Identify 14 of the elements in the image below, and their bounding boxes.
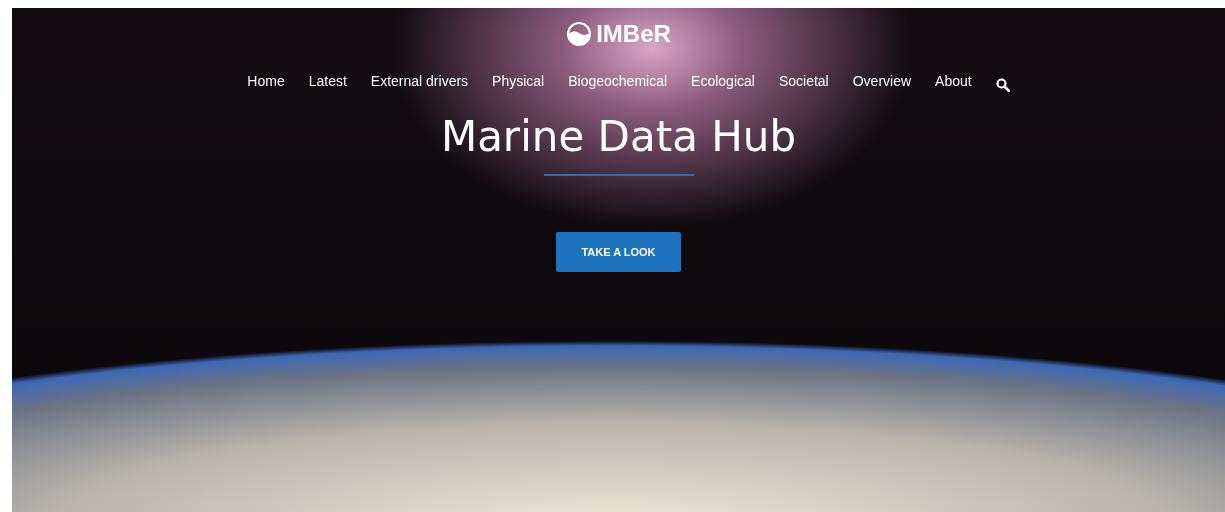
nav-link[interactable]: External drivers bbox=[370, 73, 469, 89]
nav-link[interactable]: Physical bbox=[492, 73, 545, 89]
logo-wave-icon bbox=[566, 21, 593, 47]
nav-link[interactable]: Biogeochemical bbox=[568, 73, 668, 89]
nav-link[interactable]: Societal bbox=[778, 73, 829, 89]
nav-link[interactable]: Ecological bbox=[691, 73, 755, 89]
search-icon[interactable] bbox=[995, 78, 1010, 92]
hero-title: Marine Data Hub bbox=[440, 114, 797, 161]
nav-link[interactable]: About bbox=[935, 73, 972, 89]
nav-link[interactable]: Latest bbox=[308, 73, 347, 89]
nav-link[interactable]: Home bbox=[247, 73, 285, 89]
take-a-look-button[interactable]: TAKE A LOOK bbox=[556, 232, 681, 273]
nav-link[interactable]: Overview bbox=[852, 73, 912, 89]
logo-text: IMBeR bbox=[596, 20, 671, 48]
